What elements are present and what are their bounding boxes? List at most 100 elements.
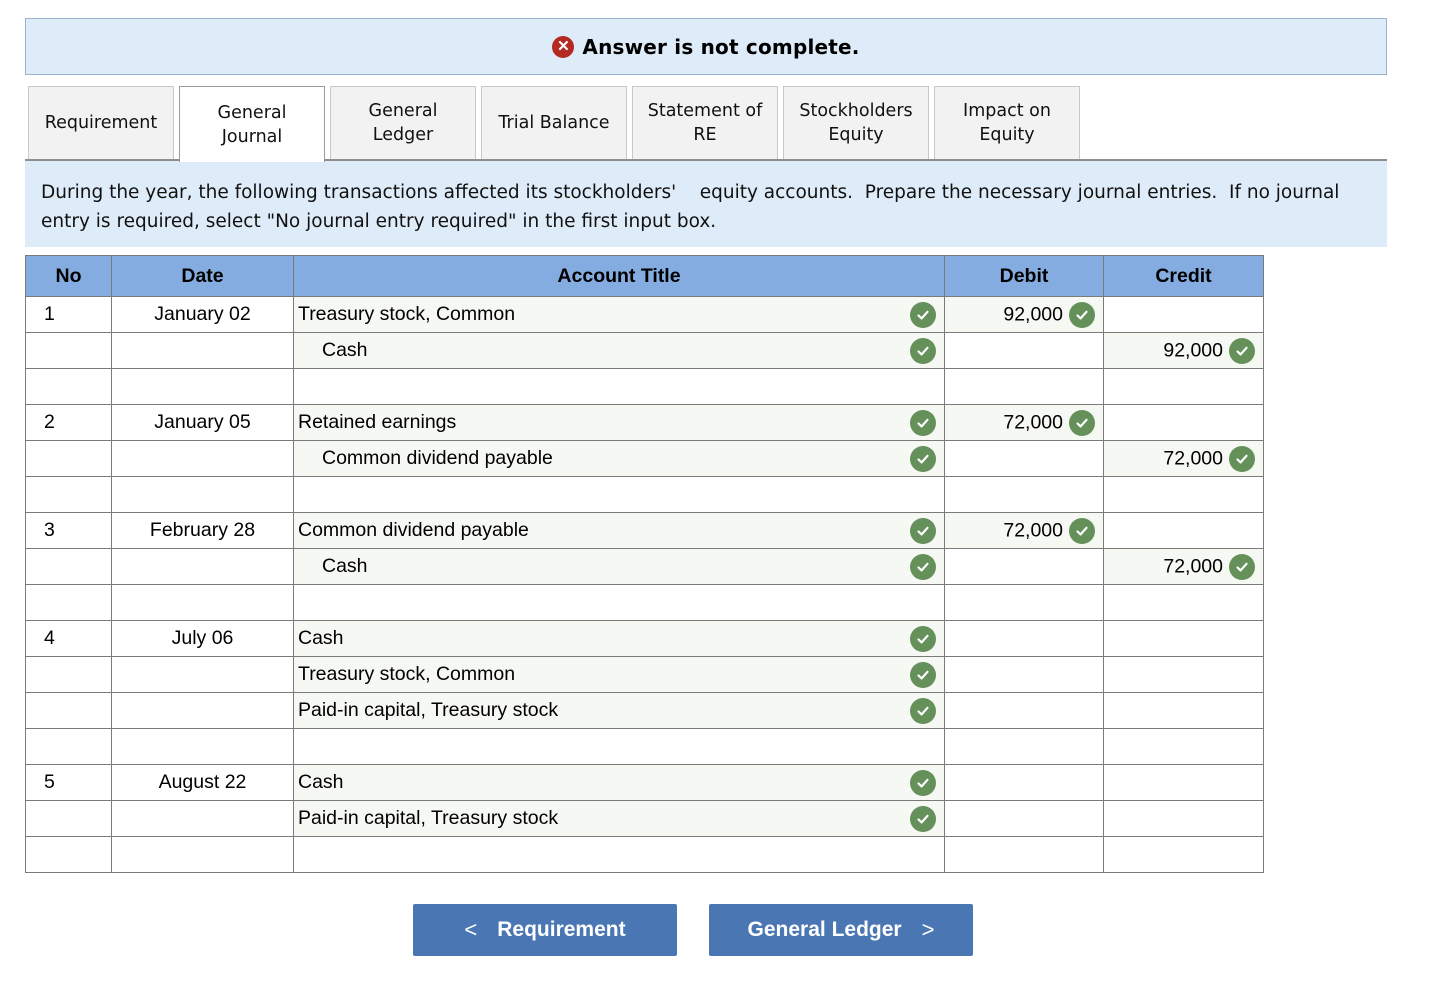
date-select[interactable] xyxy=(111,692,294,729)
entry-number: 2 xyxy=(25,404,112,441)
credit-input[interactable] xyxy=(1103,620,1264,657)
debit-input[interactable] xyxy=(944,440,1104,477)
date-select[interactable] xyxy=(111,332,294,369)
credit-input[interactable] xyxy=(1103,476,1264,513)
credit-input[interactable] xyxy=(1103,296,1264,333)
credit-input[interactable]: 72,000 xyxy=(1103,440,1264,477)
date-select[interactable]: August 22 xyxy=(111,764,294,801)
date-select[interactable] xyxy=(111,440,294,477)
answer-status-text: Answer is not complete. xyxy=(582,34,860,59)
credit-input[interactable] xyxy=(1103,584,1264,621)
debit-input[interactable] xyxy=(944,836,1104,873)
account-title-value: Treasury stock, Common xyxy=(298,303,516,325)
debit-input[interactable] xyxy=(944,368,1104,405)
debit-input[interactable] xyxy=(944,332,1104,369)
date-select[interactable] xyxy=(111,476,294,513)
tab-statement-of-re[interactable]: Statement of RE xyxy=(632,86,778,159)
debit-input[interactable] xyxy=(944,728,1104,765)
debit-input[interactable] xyxy=(944,800,1104,837)
date-select[interactable]: February 28 xyxy=(111,512,294,549)
journal-row: 3 February 28 Common dividend payable 72,00… xyxy=(25,512,1264,549)
correct-check-icon xyxy=(1229,553,1255,580)
account-title-select[interactable] xyxy=(293,584,945,621)
entry-number xyxy=(25,548,112,585)
debit-input[interactable]: 72,000 xyxy=(944,512,1104,549)
account-title-select[interactable]: Cash xyxy=(293,332,945,369)
header-credit: Credit xyxy=(1103,255,1264,297)
tab-general-ledger[interactable]: General Ledger xyxy=(330,86,476,159)
tab-impact-on-equity[interactable]: Impact on Equity xyxy=(934,86,1080,159)
account-title-select[interactable]: Treasury stock, Common xyxy=(293,656,945,693)
credit-input[interactable] xyxy=(1103,368,1264,405)
account-title-select[interactable] xyxy=(293,728,945,765)
account-title-select[interactable] xyxy=(293,836,945,873)
date-select[interactable] xyxy=(111,728,294,765)
account-title-select[interactable]: Cash xyxy=(293,764,945,801)
account-title-select[interactable]: Paid-in capital, Treasury stock xyxy=(293,692,945,729)
entry-number xyxy=(25,800,112,837)
account-title-select[interactable]: Cash xyxy=(293,548,945,585)
credit-input[interactable]: 92,000 xyxy=(1103,332,1264,369)
debit-input[interactable] xyxy=(944,656,1104,693)
debit-input[interactable]: 72,000 xyxy=(944,404,1104,441)
account-title-select[interactable]: Treasury stock, Common xyxy=(293,296,945,333)
credit-input[interactable] xyxy=(1103,728,1264,765)
debit-input[interactable] xyxy=(944,476,1104,513)
account-title-value xyxy=(294,483,298,505)
date-select[interactable] xyxy=(111,548,294,585)
account-title-select[interactable]: Retained earnings xyxy=(293,404,945,441)
date-select[interactable]: January 05 xyxy=(111,404,294,441)
account-title-select[interactable]: Common dividend payable xyxy=(293,440,945,477)
tab-label: Requirement xyxy=(44,113,158,133)
correct-check-icon xyxy=(910,445,936,472)
entry-number xyxy=(25,692,112,729)
debit-input[interactable] xyxy=(944,548,1104,585)
account-title-select[interactable] xyxy=(293,368,945,405)
debit-input[interactable] xyxy=(944,620,1104,657)
journal-row: Paid-in capital, Treasury stock xyxy=(25,692,1264,729)
entry-number xyxy=(25,836,112,873)
account-title-select[interactable]: Common dividend payable xyxy=(293,512,945,549)
instructions: During the year, the following transacti… xyxy=(25,161,1387,247)
credit-input[interactable]: 72,000 xyxy=(1103,548,1264,585)
credit-input[interactable] xyxy=(1103,404,1264,441)
date-select[interactable] xyxy=(111,656,294,693)
debit-input[interactable] xyxy=(944,584,1104,621)
date-select[interactable] xyxy=(111,800,294,837)
date-select[interactable] xyxy=(111,836,294,873)
debit-input[interactable] xyxy=(944,692,1104,729)
debit-value: 72,000 xyxy=(1003,519,1063,541)
credit-input[interactable] xyxy=(1103,836,1264,873)
date-select[interactable]: January 02 xyxy=(111,296,294,333)
credit-input[interactable] xyxy=(1103,692,1264,729)
tab-label: Trial Balance xyxy=(498,113,610,133)
next-general-ledger-button[interactable]: General Ledger > xyxy=(709,904,973,956)
date-select[interactable] xyxy=(111,584,294,621)
tab-general-journal[interactable]: General Journal xyxy=(179,86,325,162)
account-title-value: Cash xyxy=(322,555,368,577)
journal-row: Treasury stock, Common xyxy=(25,656,1264,693)
prev-requirement-button[interactable]: < Requirement xyxy=(413,904,677,956)
entry-number xyxy=(25,476,112,513)
tab-bar: Requirement General Journal General Ledg… xyxy=(28,86,1085,162)
account-title-select[interactable] xyxy=(293,476,945,513)
credit-input[interactable] xyxy=(1103,764,1264,801)
debit-input[interactable]: 92,000 xyxy=(944,296,1104,333)
credit-input[interactable] xyxy=(1103,800,1264,837)
debit-input[interactable] xyxy=(944,764,1104,801)
debit-value: 72,000 xyxy=(1003,411,1063,433)
credit-input[interactable] xyxy=(1103,656,1264,693)
date-select[interactable]: July 06 xyxy=(111,620,294,657)
journal-row: 2 January 05 Retained earnings 72,000 xyxy=(25,404,1264,441)
account-title-select[interactable]: Paid-in capital, Treasury stock xyxy=(293,800,945,837)
credit-input[interactable] xyxy=(1103,512,1264,549)
account-title-value: Common dividend payable xyxy=(298,519,529,541)
tab-requirement[interactable]: Requirement xyxy=(28,86,174,159)
entry-number xyxy=(25,332,112,369)
tab-stockholders-equity[interactable]: Stockholders Equity xyxy=(783,86,929,159)
tab-label: General Journal xyxy=(217,102,287,147)
entry-number xyxy=(25,656,112,693)
account-title-select[interactable]: Cash xyxy=(293,620,945,657)
date-select[interactable] xyxy=(111,368,294,405)
tab-trial-balance[interactable]: Trial Balance xyxy=(481,86,627,159)
